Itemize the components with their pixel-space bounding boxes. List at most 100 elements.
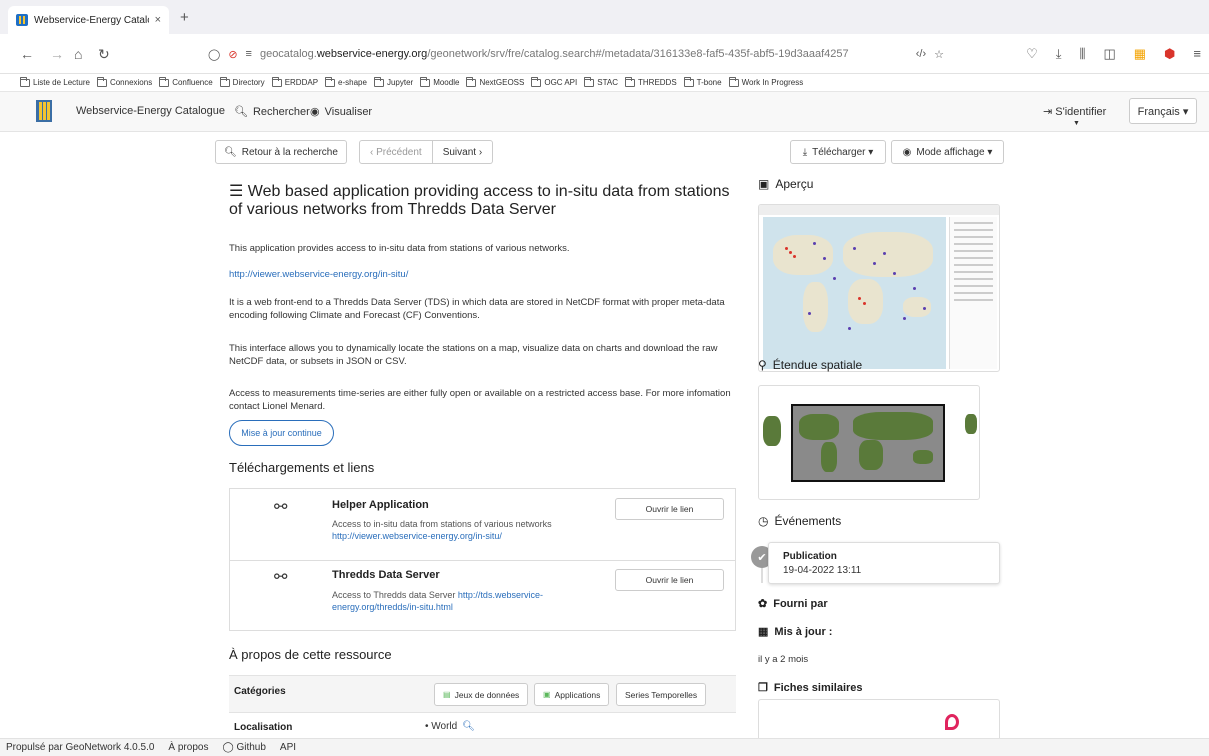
next-button[interactable]: Suivant › [432, 140, 494, 164]
folder-icon [531, 76, 542, 87]
pocket-icon[interactable]: ♡ [1026, 46, 1038, 62]
bookmark-star-icon[interactable]: ☆ [934, 48, 944, 61]
categories-label: Catégories [234, 686, 286, 697]
address-bar[interactable]: ◯ ⊘ ≡ geocatalog.webservice-energy.org/g… [204, 41, 944, 67]
bookmark-item[interactable]: Confluence [159, 76, 213, 87]
similar-record-card[interactable] [758, 699, 1000, 739]
ublock-icon[interactable]: ⬢ [1164, 46, 1175, 62]
cog-icon: ✿ [758, 598, 768, 610]
description-p4: This interface allows you to dynamically… [229, 343, 718, 367]
spatial-extent-map[interactable] [758, 385, 980, 500]
back-to-search-button[interactable]: 🔍︎ Retour à la recherche [215, 140, 347, 164]
bookmark-item[interactable]: Liste de Lecture [20, 76, 90, 87]
folder-icon [584, 76, 595, 87]
footer: Propulsé par GeoNetwork 4.0.5.0 À propos… [0, 738, 1209, 756]
home-icon[interactable]: ⌂ [74, 46, 82, 62]
downloads-icon[interactable]: ⤓ [1056, 46, 1062, 62]
category-chip-datasets[interactable]: ▤ Jeux de données [434, 683, 529, 706]
menu-icon[interactable]: ≡ [1193, 46, 1201, 62]
record-title: ☰ Web based application providing access… [229, 183, 730, 218]
folder-icon [420, 76, 431, 87]
sidebar-icon[interactable]: ◫ [1103, 46, 1115, 62]
extent-heading: ⚲ Étendue spatiale [758, 358, 863, 372]
viewer-link[interactable]: http://viewer.webservice-energy.org/in-s… [229, 268, 741, 281]
bookmark-item[interactable]: Moodle [420, 76, 459, 87]
preview-heading: ▣ Aperçu [758, 177, 814, 191]
visualize-nav-link[interactable]: ◉ Visualiser [310, 105, 372, 119]
api-link[interactable]: API [280, 742, 296, 753]
reload-icon[interactable]: ↻ [98, 46, 110, 62]
reader-view-icon[interactable]: ‹/› [916, 48, 926, 60]
link-row: ⚯ Thredds Data Server Access to Thredds … [230, 560, 735, 631]
tab-title: Webservice-Energy Catalogue [34, 14, 149, 26]
about-heading: À propos de cette ressource [229, 647, 392, 662]
pager-group: ‹ Précédent Suivant › [359, 140, 494, 164]
link-description: Access to Thredds data Server http://tds… [332, 590, 543, 612]
about-link[interactable]: À propos [168, 742, 208, 753]
shield-icon[interactable]: ◯ [208, 48, 220, 61]
link-chain-icon: ⚯ [274, 499, 288, 516]
bookmark-item[interactable]: Jupyter [373, 76, 413, 87]
bookmark-item[interactable]: STAC [584, 76, 618, 87]
update-frequency-badge: Mise à jour continue [229, 420, 334, 446]
language-select[interactable]: Français ▾ [1129, 98, 1197, 124]
downloads-heading: Téléchargements et liens [229, 460, 375, 475]
calendar-icon: ▦ [758, 626, 769, 638]
bookmark-item[interactable]: Work In Progress [728, 76, 803, 87]
back-arrow-icon[interactable]: ← [20, 46, 34, 62]
tab-close-icon[interactable]: × [155, 14, 161, 26]
about-table: Catégories ▤ Jeux de données ▣ Application… [229, 675, 736, 743]
new-tab-button[interactable]: + [180, 10, 189, 25]
bookmark-item[interactable]: T-bone [683, 76, 722, 87]
catalogue-logo-icon[interactable] [36, 100, 52, 122]
database-icon: ☰ [229, 183, 248, 200]
folder-icon [728, 76, 739, 87]
bookmark-item[interactable]: ERDDAP [271, 76, 318, 87]
sign-in-icon: ⇥ [1043, 106, 1056, 118]
permissions-icon[interactable]: ≡ [246, 48, 252, 60]
preview-thumbnail[interactable] [758, 204, 1000, 372]
open-link-button[interactable]: Ouvrir le lien [615, 569, 724, 591]
events-heading: ◷ Événements [758, 514, 842, 528]
eye-icon: ◉ [902, 146, 912, 158]
folder-icon [373, 76, 384, 87]
browser-navbar: ← → ⌂ ↻ ◯ ⊘ ≡ geocatalog.webservice-ener… [0, 34, 1209, 74]
category-chip-timeseries[interactable]: Series Temporelles [616, 683, 707, 706]
download-icon: ⤓ [802, 146, 808, 158]
search-icon[interactable]: 🔍︎ [462, 721, 475, 732]
search-nav-link[interactable]: 🔍︎ Rechercher [234, 105, 310, 119]
folder-icon [96, 76, 107, 87]
bookmark-item[interactable]: THREDDS [625, 76, 677, 87]
browser-tab[interactable]: Webservice-Energy Catalogue × [8, 6, 169, 34]
forward-arrow-icon[interactable]: → [50, 46, 64, 62]
bookmark-item[interactable]: Connexions [96, 76, 152, 87]
display-mode-button[interactable]: ◉ Mode affichage ▾ [891, 140, 1004, 164]
categories-row: Catégories ▤ Jeux de données ▣ Application… [229, 675, 736, 713]
bookmarks-bar: Liste de Lecture Connexions Confluence Dire… [0, 74, 1209, 92]
url-text: geocatalog.webservice-energy.org/geonetw… [259, 48, 849, 60]
login-link[interactable]: ⇥ S'identifier [1043, 105, 1106, 118]
browser-tabstrip: Webservice-Energy Catalogue × + [0, 0, 1209, 34]
bookmark-item[interactable]: OGC API [531, 76, 577, 87]
github-link[interactable]: ◯ Github [222, 742, 265, 753]
extension-icon[interactable]: ▦ [1134, 46, 1146, 62]
updated-value: il y a 2 mois [758, 654, 809, 665]
link-url[interactable]: http://viewer.webservice-energy.org/in-s… [332, 531, 502, 541]
bookmark-item[interactable]: e-shape [325, 76, 367, 87]
bookmark-item[interactable]: Directory [219, 76, 265, 87]
description-p3: It is a web front-end to a Thredds Data … [229, 297, 725, 321]
similar-record-logo-icon [945, 714, 959, 730]
insecure-lock-icon[interactable]: ⊘ [228, 48, 237, 61]
app-title[interactable]: Webservice-Energy Catalogue [76, 105, 225, 117]
category-chip-applications[interactable]: ▣ Applications [534, 683, 610, 706]
folder-icon [219, 76, 230, 87]
bookmark-item[interactable]: NextGEOSS [466, 76, 524, 87]
previous-button[interactable]: ‹ Précédent [359, 140, 433, 164]
folder-icon [325, 76, 336, 87]
link-chain-icon: ⚯ [274, 569, 288, 586]
open-link-button[interactable]: Ouvrir le lien [615, 498, 724, 520]
library-icon[interactable]: ⫼ [1079, 46, 1085, 62]
login-caret-icon[interactable]: ▼ [1073, 120, 1080, 127]
download-button[interactable]: ⤓ Télécharger ▾ [790, 140, 886, 164]
app-header: Webservice-Energy Catalogue 🔍︎ Rechercher… [0, 92, 1209, 132]
